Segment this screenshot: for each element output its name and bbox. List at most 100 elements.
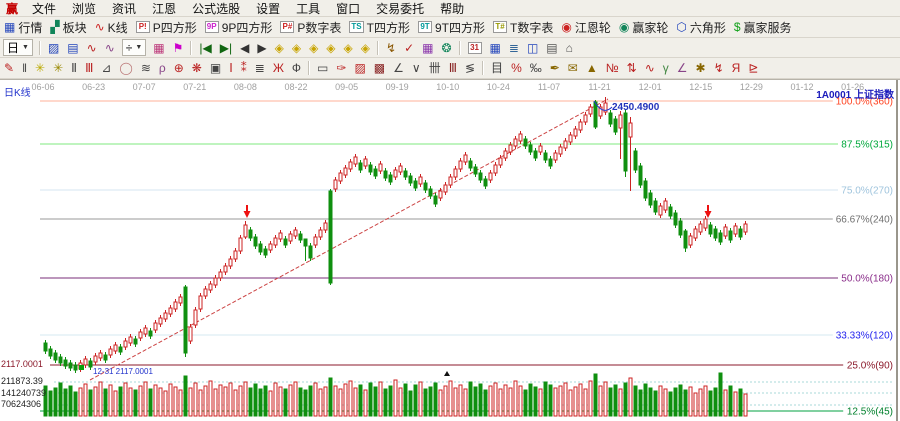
period-selector[interactable]: 日▼: [3, 39, 33, 56]
p-table-button[interactable]: P#P数字表: [276, 19, 345, 36]
last-button[interactable]: ▶|: [216, 39, 236, 56]
zoom-up-button[interactable]: ◈: [305, 39, 322, 56]
next-button[interactable]: ▶: [253, 39, 270, 56]
divide-tool[interactable]: ÷▼: [122, 39, 147, 56]
menu-item-10[interactable]: 帮助: [432, 2, 472, 16]
9t-square-button[interactable]: 9T9T四方形: [414, 19, 489, 36]
cycle-tool-icon[interactable]: ❂: [437, 39, 455, 56]
grid-tool-icon[interactable]: ▦: [418, 39, 437, 56]
svg-text:12.5%(45): 12.5%(45): [847, 407, 893, 418]
mini-kline-purple-icon[interactable]: ∿: [101, 39, 119, 56]
menu-item-9[interactable]: 交易委托: [368, 2, 432, 16]
chart-view-icon[interactable]: ▨: [44, 39, 63, 56]
sine-tool-icon[interactable]: ∿: [641, 60, 659, 77]
home-icon[interactable]: ⌂: [562, 39, 577, 56]
hatch-tool-icon[interactable]: ▨: [350, 60, 369, 77]
grid-filter-icon[interactable]: ▦: [149, 39, 168, 56]
compare-tool-icon[interactable]: ≶: [461, 60, 479, 77]
menu-item-3[interactable]: 资讯: [104, 2, 144, 16]
swap-tool-icon[interactable]: ⇅: [623, 60, 641, 77]
bars2-tool-icon[interactable]: Ⅲ: [445, 60, 461, 77]
chart-area[interactable]: 06-0606-2307-0707-2108-0808-2209-0509-19…: [0, 79, 900, 421]
first-button[interactable]: |◀: [195, 39, 215, 56]
zoom-in-button[interactable]: ◈: [340, 39, 357, 56]
ya-tool-icon[interactable]: Я: [728, 60, 745, 77]
double-star-tool-icon[interactable]: ⁑: [237, 60, 251, 77]
note-tool-icon[interactable]: ✉: [564, 60, 582, 77]
mini-kline-red-icon[interactable]: ∿: [83, 39, 101, 56]
vline-tool-icon[interactable]: Ⅰ: [225, 60, 237, 77]
winner-wheel-button[interactable]: ◉赢家轮: [615, 19, 673, 36]
hexagon-button[interactable]: ⬡六角形: [672, 19, 730, 36]
star-tool-icon[interactable]: ✳: [31, 60, 49, 77]
menu-item-7[interactable]: 工具: [288, 2, 328, 16]
list-icon-glyph: ≣: [509, 42, 519, 54]
box-tool-icon[interactable]: ▣: [206, 60, 225, 77]
t-square-button[interactable]: TST四方形: [345, 19, 414, 36]
marker-tool-icon[interactable]: ✑: [332, 60, 350, 77]
save-icon[interactable]: ◫: [523, 39, 542, 56]
zoom-down-button-glyph: ◈: [326, 42, 335, 54]
prev-button[interactable]: ◀: [236, 39, 253, 56]
number-tool-icon[interactable]: №: [602, 60, 623, 77]
menu-item-1[interactable]: 文件: [24, 2, 64, 16]
cursor-tool-icon[interactable]: ↯: [382, 39, 400, 56]
rect-tool-icon[interactable]: ▭: [313, 60, 332, 77]
svg-text:06-06: 06-06: [31, 82, 54, 92]
pencil-tool-icon[interactable]: ✎: [0, 60, 18, 77]
asterisk-tool-icon[interactable]: ❋: [188, 60, 206, 77]
pillar-tool-icon[interactable]: Ⅱ: [67, 60, 81, 77]
menu-item-8[interactable]: 窗口: [328, 2, 368, 16]
menu-item-5[interactable]: 公式选股: [184, 2, 248, 16]
menu-item-4[interactable]: 江恩: [144, 2, 184, 16]
9p-square-button[interactable]: 9P9P四方形: [201, 19, 277, 36]
crosshair-tool-icon[interactable]: ⊕: [170, 60, 188, 77]
parallel-lines-tool-icon[interactable]: ‖: [18, 60, 31, 77]
burst-tool-icon[interactable]: ✱: [692, 60, 710, 77]
permille-tool-icon[interactable]: ‰: [526, 60, 546, 77]
pen-tool-icon[interactable]: ✒: [546, 60, 564, 77]
rho-tool-icon[interactable]: ρ: [155, 60, 170, 77]
menu-item-2[interactable]: 浏览: [64, 2, 104, 16]
fan-tool-icon[interactable]: Ж: [269, 60, 288, 77]
quotes-button[interactable]: ▦行情: [0, 19, 46, 36]
menu-item-6[interactable]: 设置: [248, 2, 288, 16]
print-icon[interactable]: ▤: [542, 39, 561, 56]
bars-tool-icon[interactable]: Ⅲ: [81, 60, 97, 77]
gamma-tool-icon[interactable]: γ: [659, 60, 673, 77]
sectors-button[interactable]: ▞板块: [46, 19, 90, 36]
gann-wheel-button[interactable]: ◉江恩轮: [557, 19, 615, 36]
shade-tool-icon[interactable]: ▩: [370, 60, 389, 77]
winner-service-button[interactable]: $赢家服务: [730, 19, 796, 36]
calendar-icon[interactable]: 31: [464, 39, 486, 56]
p-square-button[interactable]: P!P四方形: [132, 19, 201, 36]
zoom-down-button[interactable]: ◈: [322, 39, 339, 56]
calculator-icon[interactable]: ▦: [486, 39, 505, 56]
flagged-tool-icon[interactable]: ⊵: [744, 60, 762, 77]
page-view-icon[interactable]: ▤: [63, 39, 82, 56]
phi-tool-icon[interactable]: Ф: [288, 60, 305, 77]
chart-markers: [79, 205, 712, 376]
star2-tool-icon[interactable]: ✳: [49, 60, 67, 77]
angle2-tool-icon[interactable]: ∠: [673, 60, 692, 77]
list-icon[interactable]: ≣: [505, 39, 523, 56]
up-mark-tool-icon[interactable]: ▲: [582, 60, 602, 77]
flag-icon[interactable]: ⚑: [169, 39, 188, 56]
angle-tool-icon[interactable]: ∠: [389, 60, 408, 77]
kline-button[interactable]: ∿K线: [91, 19, 132, 36]
bolt-tool-icon[interactable]: ↯: [710, 60, 728, 77]
circle-tool-icon[interactable]: ◯: [115, 60, 136, 77]
pencil-tool-icon-glyph: ✎: [4, 62, 14, 74]
levels-tool-icon[interactable]: ≣: [251, 60, 269, 77]
tally-tool-icon[interactable]: 卌: [425, 60, 445, 77]
zoom-left-button[interactable]: ◈: [271, 39, 288, 56]
table-tool-icon[interactable]: 目: [487, 60, 507, 77]
t-table-button[interactable]: T#T数字表: [489, 19, 557, 36]
vee-tool-icon[interactable]: ∨: [408, 60, 425, 77]
check-tool-icon[interactable]: ✓: [400, 39, 418, 56]
zoom-out-button[interactable]: ◈: [357, 39, 374, 56]
triangle-tool-icon[interactable]: ⊿: [97, 60, 115, 77]
wave-tool-icon[interactable]: ≋: [137, 60, 155, 77]
percent-tool-icon[interactable]: %: [507, 60, 526, 77]
zoom-right-button[interactable]: ◈: [288, 39, 305, 56]
